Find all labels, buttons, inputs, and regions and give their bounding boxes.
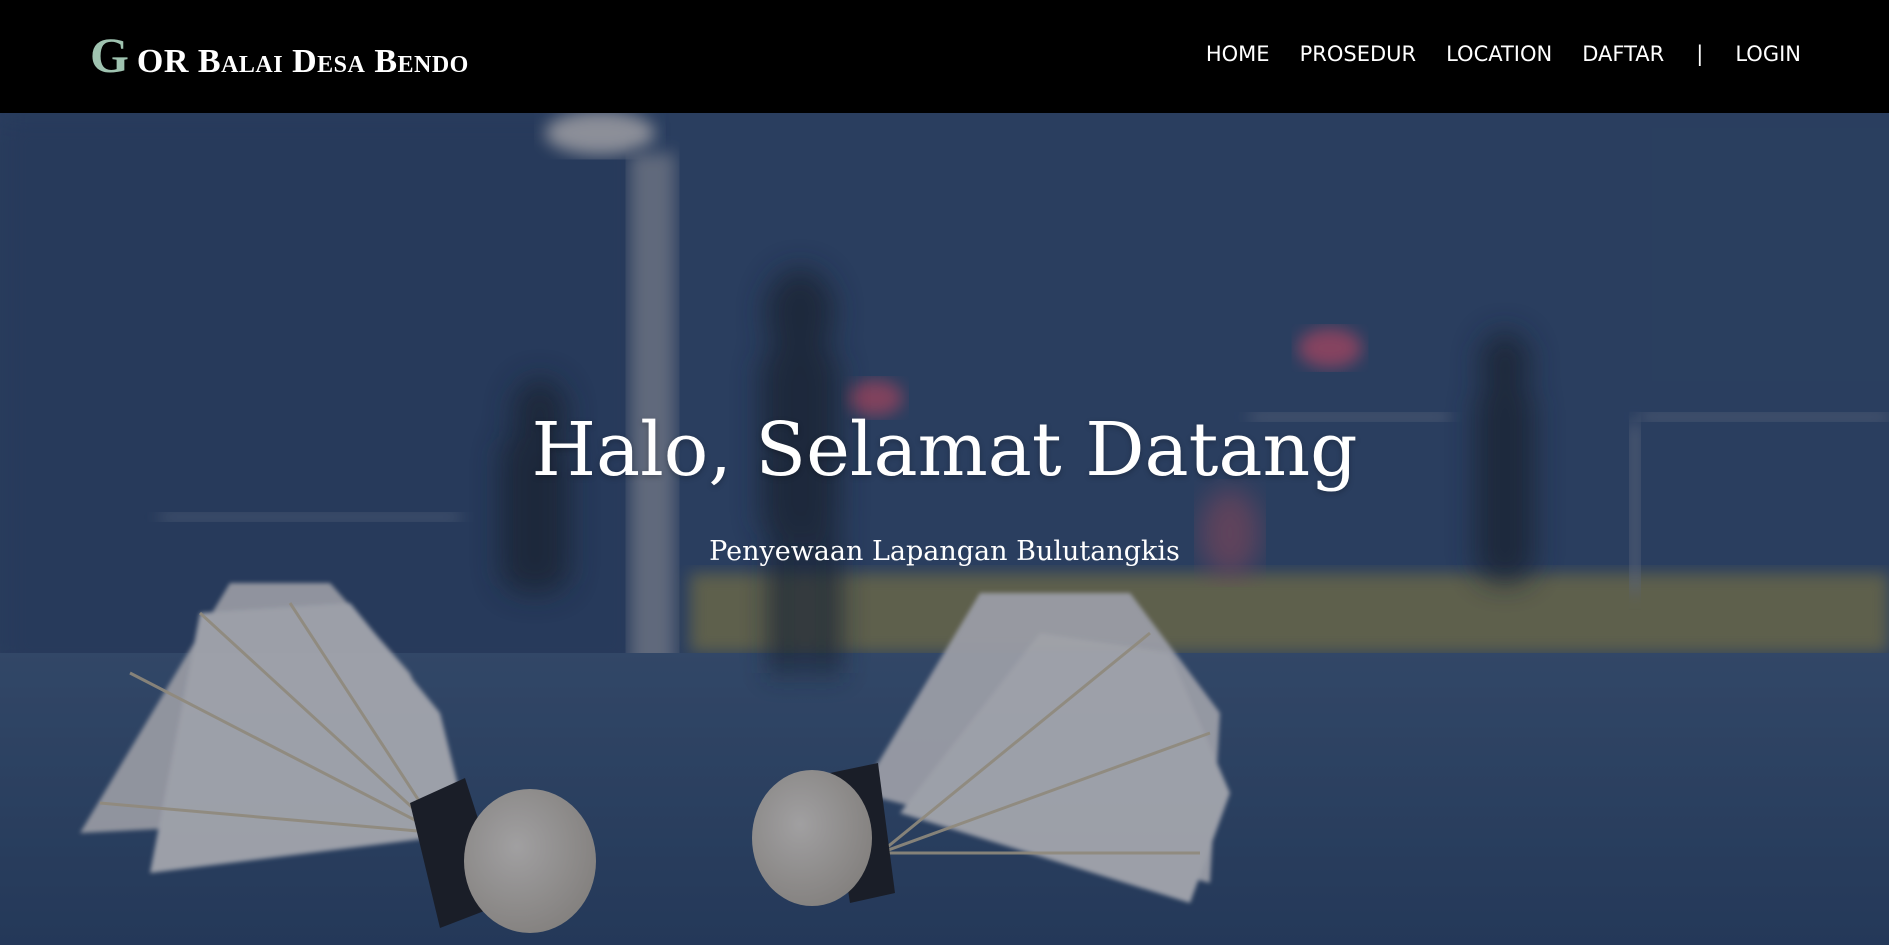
main-nav: HOME PROSEDUR LOCATION DAFTAR | LOGIN — [1206, 42, 1801, 66]
hero-dark-overlay — [0, 113, 1889, 945]
hero-subtitle: Penyewaan Lapangan Bulutangkis — [709, 536, 1180, 567]
navbar: G OR Balai Desa Bendo HOME PROSEDUR LOCA… — [0, 0, 1889, 113]
nav-login-link[interactable]: LOGIN — [1735, 42, 1801, 66]
nav-prosedur-link[interactable]: PROSEDUR — [1300, 42, 1417, 66]
brand-name: OR Balai Desa Bendo — [136, 43, 469, 80]
nav-location-link[interactable]: LOCATION — [1446, 42, 1552, 66]
hero-section: Halo, Selamat Datang Penyewaan Lapangan … — [0, 113, 1889, 945]
brand-initial: G — [90, 27, 129, 83]
brand-logo[interactable]: G OR Balai Desa Bendo — [90, 30, 469, 82]
hero-title: Halo, Selamat Datang — [531, 407, 1358, 493]
nav-daftar-link[interactable]: DAFTAR — [1582, 42, 1664, 66]
nav-separator: | — [1696, 42, 1704, 66]
nav-home-link[interactable]: HOME — [1206, 42, 1270, 66]
